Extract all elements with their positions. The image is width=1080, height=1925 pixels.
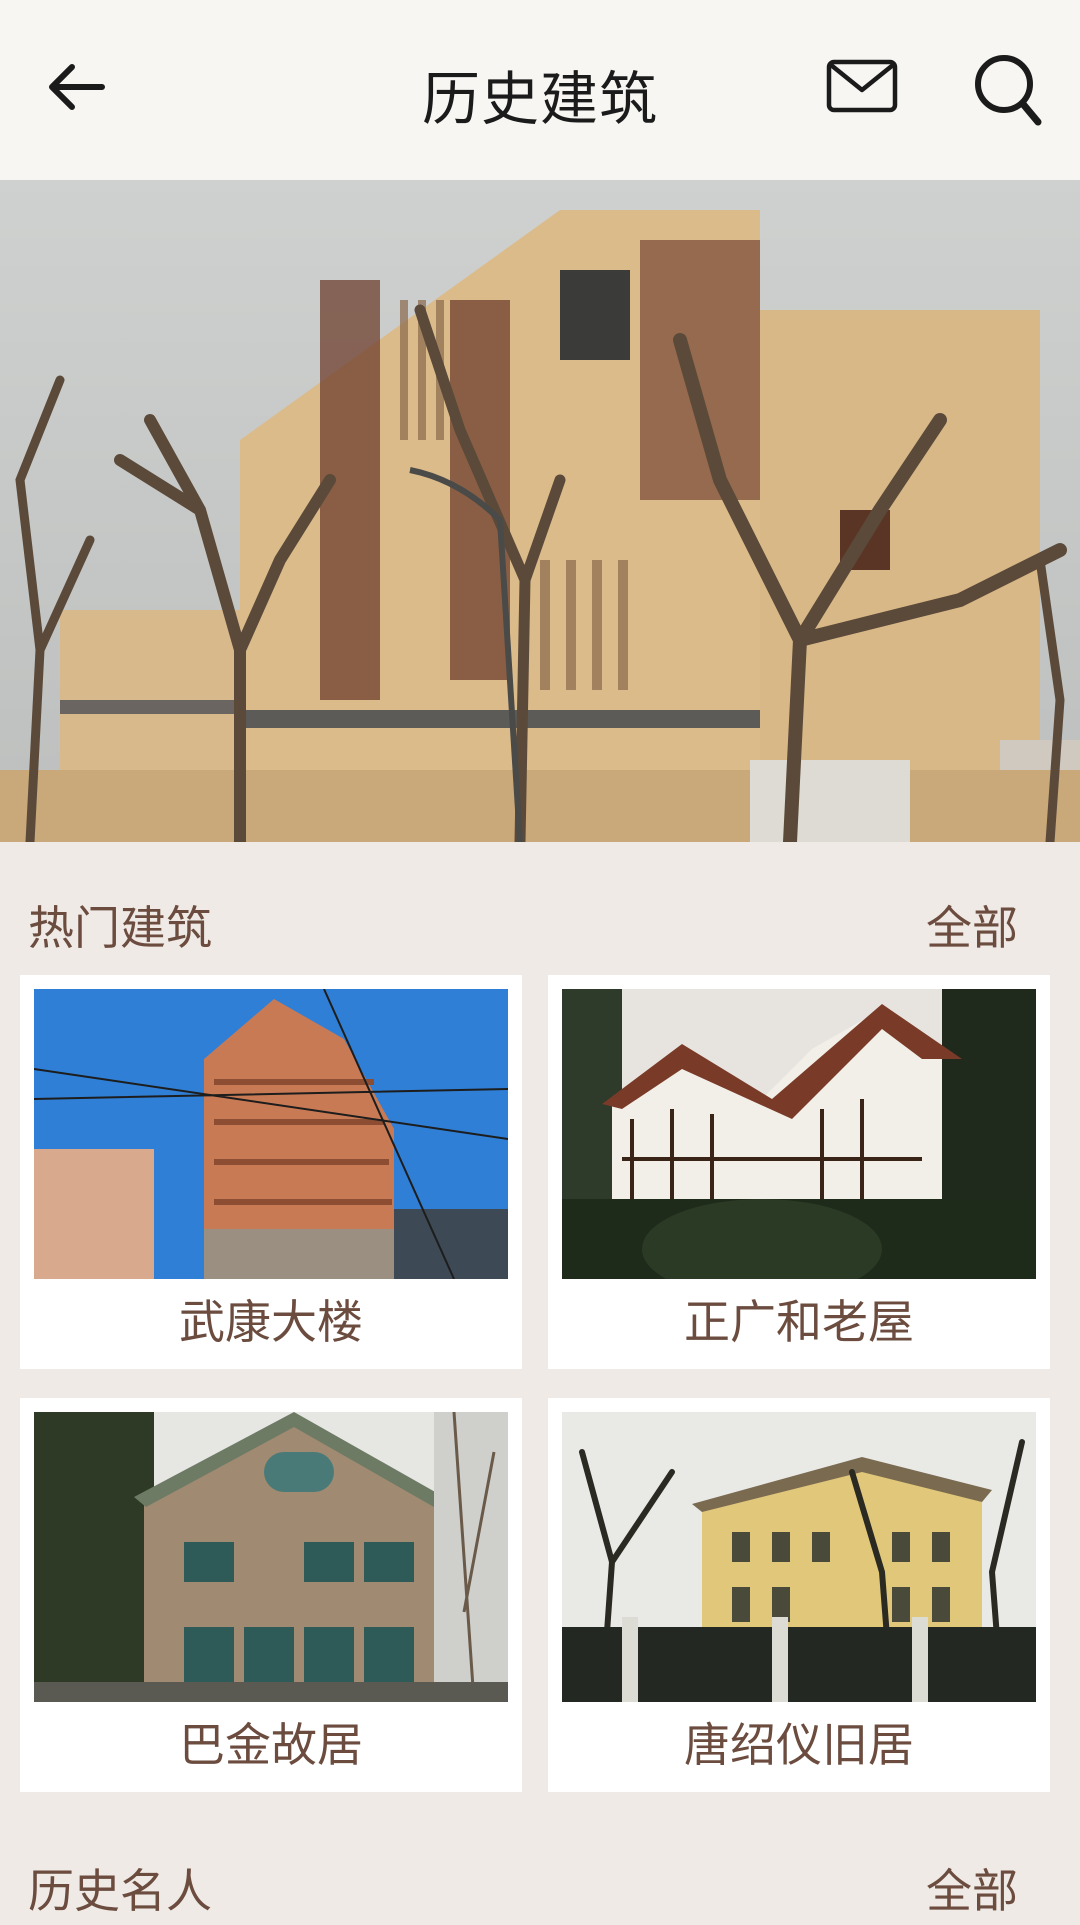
view-all-link[interactable]: 全部 xyxy=(926,1855,1018,1921)
page-title: 历史建筑 xyxy=(421,65,658,133)
mail-icon xyxy=(826,59,898,113)
building-photo xyxy=(34,1412,508,1702)
building-photo xyxy=(562,989,1036,1279)
historical-figures-section-header: 历史名人 全部 xyxy=(0,1845,1080,1925)
building-card-bajin[interactable]: 巴金故居 xyxy=(20,1398,522,1792)
building-name: 巴金故居 xyxy=(179,1718,363,1772)
building-photo xyxy=(34,989,508,1279)
view-all-link[interactable]: 全部 xyxy=(926,892,1018,958)
section-title: 热门建筑 xyxy=(28,901,212,955)
top-bar: 历史建筑 xyxy=(0,0,1080,180)
search-icon xyxy=(975,55,1042,126)
mail-button[interactable] xyxy=(826,58,898,116)
building-name: 武康大楼 xyxy=(179,1295,363,1349)
banner-carousel[interactable] xyxy=(0,180,1080,842)
back-arrow-icon xyxy=(49,64,105,110)
popular-buildings-section-header: 热门建筑 全部 xyxy=(0,882,1080,962)
building-card-zhengguanghe[interactable]: 正广和老屋 xyxy=(548,975,1050,1369)
building-name: 正广和老屋 xyxy=(684,1295,914,1349)
back-button[interactable] xyxy=(44,55,108,119)
building-name: 唐绍仪旧居 xyxy=(684,1718,914,1772)
section-title: 历史名人 xyxy=(28,1864,212,1918)
building-card-wukang[interactable]: 武康大楼 xyxy=(20,975,522,1369)
banner-image-historic-building xyxy=(0,180,1080,842)
building-card-tangshaoyi[interactable]: 唐绍仪旧居 xyxy=(548,1398,1050,1792)
search-button[interactable] xyxy=(972,50,1044,130)
building-photo xyxy=(562,1412,1036,1702)
